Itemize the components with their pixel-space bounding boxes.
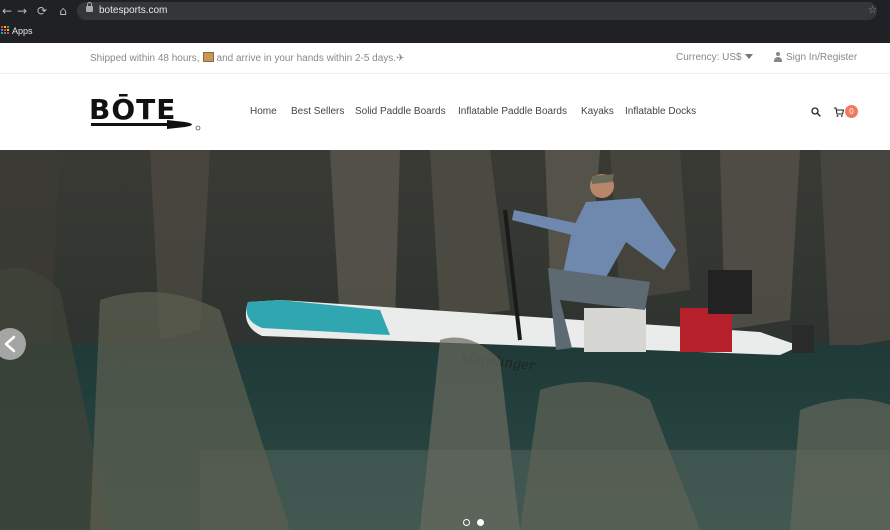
currency-selector[interactable]: Currency: US$ bbox=[676, 52, 742, 64]
reload-icon[interactable]: ⟳ bbox=[35, 4, 49, 18]
cart-icon[interactable] bbox=[834, 107, 844, 117]
package-icon bbox=[202, 52, 214, 62]
forward-icon[interactable]: → bbox=[15, 4, 29, 18]
chevron-down-icon[interactable] bbox=[745, 54, 753, 59]
shipping-text-part1: Shipped within 48 hours, bbox=[90, 53, 200, 64]
nav-inflatable-docks[interactable]: Inflatable Docks bbox=[625, 106, 696, 118]
shipping-text-part2: and arrive in your hands within 2-5 days… bbox=[216, 53, 397, 64]
slide-dot-1[interactable] bbox=[463, 519, 470, 526]
back-icon[interactable]: ← bbox=[0, 4, 14, 18]
shipping-message: Shipped within 48 hours, and arrive in yo… bbox=[90, 52, 404, 65]
user-icon bbox=[773, 52, 783, 62]
nav-kayaks[interactable]: Kayaks bbox=[581, 106, 614, 118]
logo-text: BŌTE bbox=[89, 92, 176, 126]
url-text: botesports.com bbox=[99, 5, 168, 16]
browser-chrome: ← → ⟳ ⌂ botesports.com ☆ Apps bbox=[0, 0, 890, 43]
site-header: BŌTE Home Best Sellers Solid Paddle Boar… bbox=[0, 74, 890, 150]
slide-dot-2[interactable] bbox=[477, 519, 484, 526]
home-icon[interactable]: ⌂ bbox=[56, 4, 70, 18]
apps-icon[interactable] bbox=[1, 26, 9, 34]
cart-count-badge[interactable]: 0 bbox=[845, 105, 858, 118]
bookmark-apps[interactable]: Apps bbox=[12, 26, 33, 36]
hero-slider[interactable]: Magslinger bbox=[0, 150, 890, 530]
nav-best-sellers[interactable]: Best Sellers bbox=[291, 106, 344, 118]
search-icon[interactable] bbox=[811, 107, 821, 117]
lock-icon bbox=[86, 2, 93, 12]
nav-inflatable-paddle-boards[interactable]: Inflatable Paddle Boards bbox=[458, 106, 567, 118]
hero-image: Magslinger bbox=[0, 150, 890, 530]
address-bar[interactable]: botesports.com ☆ bbox=[77, 2, 877, 20]
star-icon[interactable]: ☆ bbox=[868, 5, 877, 16]
logo[interactable]: BŌTE bbox=[89, 92, 201, 132]
airplane-icon: ✈ bbox=[396, 53, 405, 64]
nav-solid-paddle-boards[interactable]: Solid Paddle Boards bbox=[355, 106, 446, 118]
sign-in-link[interactable]: Sign In/Register bbox=[786, 52, 857, 64]
info-bar: Shipped within 48 hours, and arrive in yo… bbox=[0, 43, 890, 74]
nav-home[interactable]: Home bbox=[250, 106, 277, 118]
